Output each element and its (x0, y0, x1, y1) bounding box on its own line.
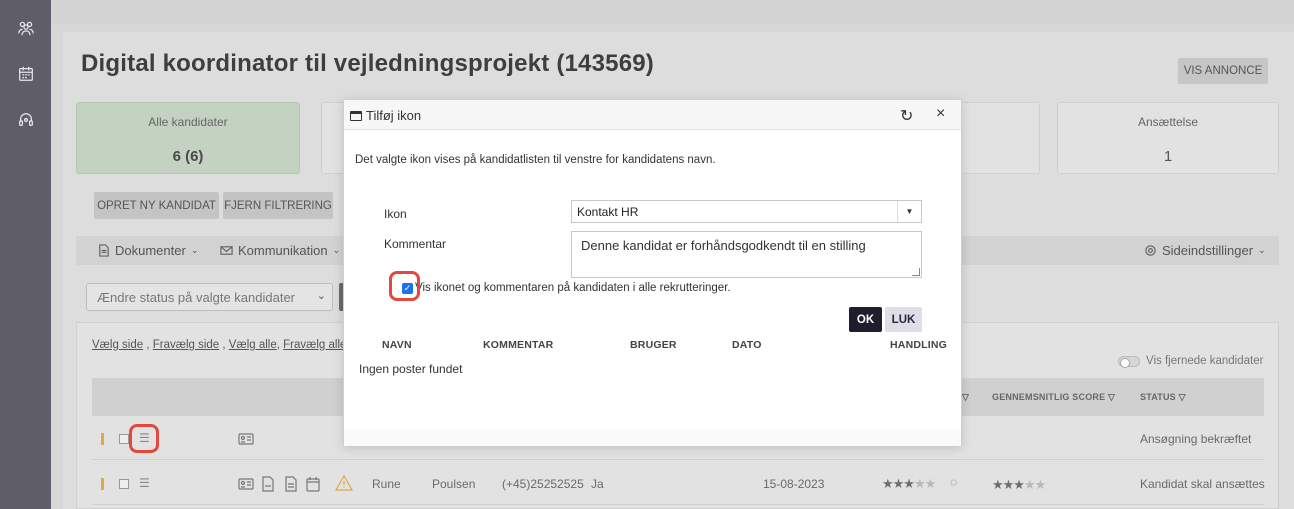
contact-card-icon[interactable] (238, 432, 254, 446)
dialog-header: Tilføj ikon ↻ × (344, 100, 961, 130)
toggle-switch[interactable] (1118, 355, 1140, 368)
calendar-icon[interactable] (306, 476, 320, 492)
dialog-col-kommentar[interactable]: KOMMENTAR (483, 339, 553, 351)
dialog-description: Det valgte ikon vises på kandidatlisten … (355, 154, 716, 166)
dialog-col-handling[interactable]: HANDLING (890, 339, 947, 351)
row-checkbox[interactable] (119, 479, 129, 489)
refresh-icon[interactable]: ↻ (900, 106, 913, 126)
kommentar-value: Denne kandidat er forhåndsgodkendt til e… (581, 238, 866, 253)
phone: (+45)25252525 (502, 477, 584, 491)
score-stars: ★★★★★ (992, 477, 1046, 492)
stat-value: 1 (1163, 148, 1173, 165)
users-icon[interactable] (15, 17, 37, 39)
top-bar (51, 0, 1294, 24)
dialog-col-bruger[interactable]: BRUGER (630, 339, 677, 351)
stat-card-ansaettelse[interactable]: Ansættelse 1 (1057, 102, 1279, 174)
column-header-score[interactable]: GENNEMSNITLIG SCORE ▽ (992, 392, 1115, 403)
dialog-title: Tilføj ikon (350, 108, 421, 123)
first-name[interactable]: Rune (372, 477, 401, 491)
vis-fjernede-label: Vis fjernede kandidater (1146, 355, 1264, 367)
dialog-col-dato[interactable]: DATO (732, 339, 762, 351)
opret-ny-kandidat-button[interactable]: OPRET NY KANDIDAT (94, 192, 219, 219)
gear-icon (1145, 245, 1156, 256)
chevron-down-icon: ⌄ (332, 245, 341, 255)
status-color-bar (101, 478, 104, 490)
window-icon (350, 110, 362, 121)
kommentar-textarea[interactable]: Denne kandidat er forhåndsgodkendt til e… (571, 231, 922, 278)
tilfoej-ikon-dialog: Tilføj ikon ↻ × Det valgte ikon vises på… (343, 99, 962, 446)
ikon-label: Ikon (384, 207, 407, 221)
calendar-icon[interactable] (15, 63, 37, 85)
luk-button[interactable]: LUK (885, 307, 922, 332)
ok-button[interactable]: OK (849, 307, 882, 332)
envelope-icon (220, 246, 233, 255)
stat-label: Alle kandidater (148, 115, 228, 129)
dialog-footer (344, 430, 961, 446)
sideindstillinger-label: Sideindstillinger (1162, 243, 1254, 258)
caret-down-icon: ▼ (897, 201, 921, 222)
row-status: Ansøgning bekræftet (1140, 432, 1252, 446)
close-icon[interactable]: × (936, 105, 945, 123)
dialog-title-text: Tilføj ikon (366, 108, 422, 123)
sidebar (0, 0, 51, 509)
fravaelg-alle-link[interactable]: Fravælg alle (283, 339, 346, 351)
kommentar-label: Kommentar (384, 237, 447, 251)
show-all-checkbox-label: Vis ikonet og kommentaren på kandidaten … (415, 282, 731, 294)
select-links: Vælg side , Fravælg side , Vælg alle, Fr… (92, 339, 347, 351)
row-status: Kandidat skal ansættes (1140, 477, 1265, 491)
headset-icon[interactable] (15, 109, 37, 131)
warning-icon[interactable] (334, 474, 354, 491)
ikon-select-value: Kontakt HR (577, 205, 639, 219)
status-select[interactable]: Ændre status på valgte kandidater ⌄ (86, 283, 333, 311)
document-icon[interactable] (285, 476, 297, 492)
kommunikation-label: Kommunikation (238, 243, 328, 258)
fjern-filtrering-button[interactable]: FJERN FILTRERING (223, 192, 333, 219)
chevron-down-icon: ⌄ (316, 290, 326, 302)
stat-card-partial-right[interactable] (960, 102, 1040, 174)
page-title: Digital koordinator til vejledningsproje… (81, 50, 654, 77)
kommunikation-menu[interactable]: Kommunikation ⌄ (220, 243, 340, 258)
comment-icon[interactable]: ◌ (950, 475, 957, 489)
menu-lines-icon[interactable]: ☰ (139, 476, 150, 490)
status-select-value: Ændre status på valgte kandidater (97, 290, 296, 305)
chevron-down-icon: ⌄ (1258, 245, 1266, 255)
chevron-down-icon: ⌄ (190, 245, 199, 255)
last-name[interactable]: Poulsen (432, 477, 475, 491)
vis-annonce-button[interactable]: VIS ANNONCE (1178, 58, 1268, 84)
row-checkbox[interactable] (119, 434, 129, 444)
stat-value: 6 (6) (172, 148, 204, 165)
highlight-circle (129, 424, 159, 453)
column-header-status[interactable]: STATUS ▽ (1140, 392, 1186, 403)
vaelg-side-link[interactable]: Vælg side (92, 339, 143, 351)
fravaelg-side-link[interactable]: Fravælg side (153, 339, 219, 351)
resize-grip-icon[interactable] (912, 268, 920, 276)
flag-value: Ja (591, 477, 604, 491)
contact-card-icon[interactable] (238, 477, 254, 491)
filter-icon[interactable]: ▽ (962, 392, 969, 403)
stat-label: Ansættelse (1137, 115, 1199, 129)
cv-icon[interactable] (262, 476, 274, 492)
document-icon (99, 244, 109, 257)
date: 15-08-2023 (763, 477, 825, 491)
vaelg-alle-link[interactable]: Vælg alle (229, 339, 277, 351)
status-color-bar (101, 433, 104, 445)
ikon-select[interactable]: Kontakt HR ▼ (571, 200, 922, 223)
highlight-circle (389, 271, 420, 301)
stat-card-alle-kandidater[interactable]: Alle kandidater 6 (6) (76, 102, 300, 174)
dokumenter-label: Dokumenter (115, 243, 186, 258)
dialog-col-navn[interactable]: NAVN (382, 339, 412, 351)
rating-stars[interactable]: ★★★★★ (882, 476, 936, 492)
sideindstillinger-menu[interactable]: Sideindstillinger ⌄ (1144, 243, 1266, 258)
dokumenter-menu[interactable]: Dokumenter ⌄ (97, 243, 198, 258)
empty-message: Ingen poster fundet (359, 362, 463, 376)
vis-fjernede-toggle[interactable]: Vis fjernede kandidater (1118, 355, 1264, 368)
